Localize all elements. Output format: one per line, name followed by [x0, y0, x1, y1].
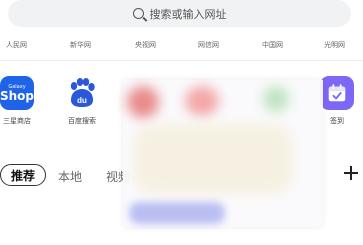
address-search-bar[interactable]: 搜索或输入网址	[8, 0, 351, 27]
site-link[interactable]: 新华网	[70, 40, 91, 50]
svg-text:du: du	[77, 96, 87, 105]
add-tab-icon[interactable]	[340, 162, 362, 184]
blurred-popup-overlay	[123, 80, 323, 227]
search-placeholder: 搜索或输入网址	[149, 7, 227, 21]
app-label: 三星商店	[3, 117, 31, 125]
baidu-icon: du	[65, 76, 99, 110]
tab-local[interactable]: 本地	[58, 168, 82, 185]
tab-recommend[interactable]: 推荐	[0, 164, 46, 186]
divider	[0, 60, 363, 61]
app-baidu[interactable]: du 百度搜索	[56, 76, 108, 136]
site-link[interactable]: 中国网	[262, 40, 283, 50]
site-link[interactable]: 网信网	[198, 40, 219, 50]
site-link[interactable]: 光明网	[324, 40, 345, 50]
blurred-shape	[185, 86, 219, 116]
blurred-shape	[263, 86, 289, 112]
app-label: 百度搜索	[68, 117, 96, 125]
search-icon	[132, 8, 144, 19]
app-galaxy-shop[interactable]: Galaxy Shop 三星商店	[0, 76, 43, 136]
quick-sites-row: 人民网 新华网 央视网 网信网 中国网 光明网	[0, 40, 363, 56]
site-link[interactable]: 人民网	[6, 40, 27, 50]
blurred-shape	[127, 86, 159, 118]
calendar-check-icon	[320, 76, 354, 110]
site-link[interactable]: 央视网	[135, 40, 156, 50]
galaxy-shop-icon: Galaxy Shop	[0, 76, 34, 110]
blurred-button-shape	[129, 202, 225, 224]
blurred-shape	[133, 124, 293, 194]
